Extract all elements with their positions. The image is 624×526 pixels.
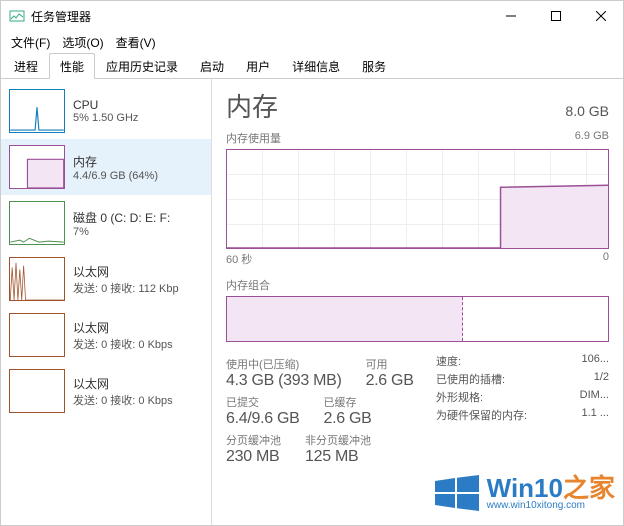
memory-thumb-icon [9, 145, 65, 189]
sidebar: CPU 5% 1.50 GHz 内存 4.4/6.9 GB (64%) 磁盘 0… [1, 79, 211, 525]
disk-thumb-icon [9, 201, 65, 245]
maximize-button[interactable] [533, 1, 578, 31]
total-memory: 8.0 GB [565, 103, 609, 119]
watermark: Win10之家 www.win10xitong.com [433, 469, 615, 517]
watermark-url: www.win10xitong.com [487, 501, 615, 511]
paged-label: 分页缓冲池 [226, 432, 281, 448]
sidebar-item-label: 以太网 [73, 375, 203, 392]
cpu-thumb-icon [9, 89, 65, 133]
inuse-label: 使用中(已压缩) [226, 356, 342, 372]
sidebar-item-sub: 4.4/6.9 GB (64%) [73, 170, 203, 182]
sidebar-item-label: CPU [73, 98, 203, 112]
committed-value: 6.4/9.6 GB [226, 410, 300, 428]
sidebar-item-label: 以太网 [73, 319, 203, 336]
tab-users[interactable]: 用户 [235, 53, 281, 79]
tabs: 进程 性能 应用历史记录 启动 用户 详细信息 服务 [1, 53, 623, 79]
sidebar-item-disk[interactable]: 磁盘 0 (C: D: E: F: 7% [1, 195, 211, 251]
menu-options[interactable]: 选项(O) [56, 32, 109, 53]
chart-usage-label: 内存使用量 [226, 130, 281, 146]
available-label: 可用 [366, 356, 414, 372]
tab-details[interactable]: 详细信息 [281, 53, 351, 79]
sidebar-item-sub: 5% 1.50 GHz [73, 112, 203, 124]
available-value: 2.6 GB [366, 372, 414, 390]
sidebar-item-sub: 发送: 0 接收: 112 Kbp [73, 280, 203, 296]
sidebar-item-ethernet-1[interactable]: 以太网 发送: 0 接收: 112 Kbp [1, 251, 211, 307]
tab-performance[interactable]: 性能 [49, 53, 95, 79]
tab-processes[interactable]: 进程 [3, 53, 49, 79]
speed-label: 速度: [436, 353, 461, 369]
sidebar-item-memory[interactable]: 内存 4.4/6.9 GB (64%) [1, 139, 211, 195]
form-label: 外形规格: [436, 389, 483, 405]
sidebar-item-label: 以太网 [73, 263, 203, 280]
committed-label: 已提交 [226, 394, 300, 410]
window-title: 任务管理器 [31, 8, 488, 25]
ethernet-thumb-icon [9, 257, 65, 301]
tab-app-history[interactable]: 应用历史记录 [95, 53, 189, 79]
sidebar-item-sub: 发送: 0 接收: 0 Kbps [73, 336, 203, 352]
page-title: 内存 [226, 87, 278, 124]
memory-composition-chart [226, 296, 609, 342]
app-icon [9, 8, 25, 24]
inuse-value: 4.3 GB (393 MB) [226, 372, 342, 390]
cached-label: 已缓存 [324, 394, 372, 410]
slots-value: 1/2 [594, 371, 609, 387]
cached-value: 2.6 GB [324, 410, 372, 428]
minimize-button[interactable] [488, 1, 533, 31]
sidebar-item-ethernet-3[interactable]: 以太网 发送: 0 接收: 0 Kbps [1, 363, 211, 419]
nonpaged-value: 125 MB [305, 448, 371, 466]
form-value: DIM... [580, 389, 609, 405]
tab-startup[interactable]: 启动 [189, 53, 235, 79]
slots-label: 已使用的插槽: [436, 371, 505, 387]
chart-x-left: 60 秒 [226, 251, 252, 267]
composition-label: 内存组合 [226, 277, 609, 293]
memory-usage-chart [226, 149, 609, 249]
chart-usage-max: 6.9 GB [575, 130, 609, 146]
windows-logo-icon [433, 469, 481, 517]
hwreserved-value: 1.1 ... [581, 407, 609, 423]
sidebar-item-ethernet-2[interactable]: 以太网 发送: 0 接收: 0 Kbps [1, 307, 211, 363]
menu-file[interactable]: 文件(F) [5, 32, 56, 53]
sidebar-item-cpu[interactable]: CPU 5% 1.50 GHz [1, 83, 211, 139]
tab-services[interactable]: 服务 [351, 53, 397, 79]
main-panel: 内存 8.0 GB 内存使用量 6.9 GB 60 秒 0 内存组合 [212, 79, 623, 525]
menubar: 文件(F) 选项(O) 查看(V) [1, 31, 623, 53]
titlebar: 任务管理器 [1, 1, 623, 31]
speed-value: 106... [581, 353, 609, 369]
menu-view[interactable]: 查看(V) [110, 32, 162, 53]
paged-value: 230 MB [226, 448, 281, 466]
close-button[interactable] [578, 1, 623, 31]
ethernet-thumb-icon [9, 313, 65, 357]
ethernet-thumb-icon [9, 369, 65, 413]
nonpaged-label: 非分页缓冲池 [305, 432, 371, 448]
hwreserved-label: 为硬件保留的内存: [436, 407, 527, 423]
watermark-text: Win10之家 [487, 475, 615, 501]
sidebar-item-sub: 发送: 0 接收: 0 Kbps [73, 392, 203, 408]
sidebar-item-label: 磁盘 0 (C: D: E: F: [73, 209, 203, 226]
sidebar-item-label: 内存 [73, 153, 203, 170]
sidebar-item-sub: 7% [73, 226, 203, 238]
chart-x-right: 0 [603, 251, 609, 267]
